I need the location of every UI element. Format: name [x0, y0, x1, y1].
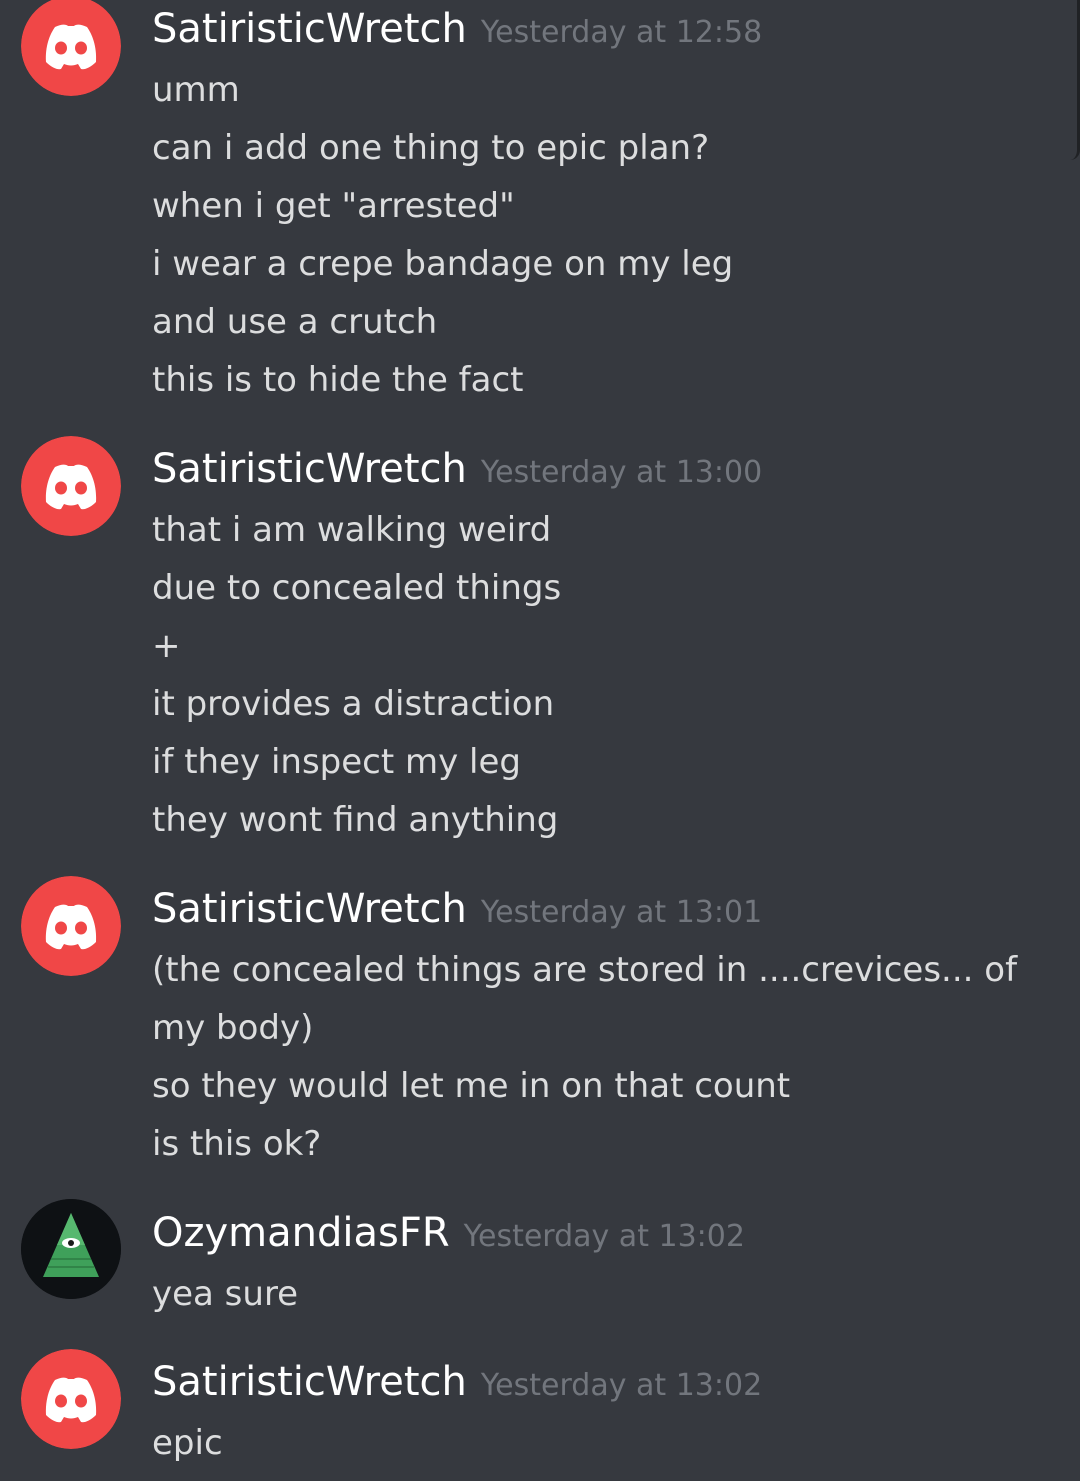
username[interactable]: SatiristicWretch: [152, 886, 467, 932]
timestamp[interactable]: Yesterday at 13:02: [481, 1368, 762, 1403]
username[interactable]: SatiristicWretch: [152, 1359, 467, 1405]
message-line: my body): [152, 1008, 314, 1048]
message-line: can i add one thing to epic plan?: [152, 128, 710, 168]
message-line: is this ok?: [152, 1124, 322, 1164]
message-line: when i get "arrested": [152, 186, 515, 226]
discord-logo-icon: [21, 436, 121, 536]
message-header: SatiristicWretch Yesterday at 13:02: [152, 1353, 762, 1415]
timestamp[interactable]: Yesterday at 13:01: [481, 895, 762, 930]
message-line: umm: [152, 70, 240, 110]
message-line: due to concealed things: [152, 568, 562, 608]
avatar[interactable]: [21, 1199, 121, 1299]
avatar[interactable]: [21, 436, 121, 536]
message-line: epic: [152, 1423, 223, 1463]
discord-logo-icon: [21, 1349, 121, 1449]
message-header: OzymandiasFR Yesterday at 13:02: [152, 1204, 745, 1266]
timestamp[interactable]: Yesterday at 13:02: [464, 1219, 745, 1254]
username[interactable]: SatiristicWretch: [152, 6, 467, 52]
scrollbar[interactable]: [1068, 0, 1080, 160]
discord-logo-icon: [21, 0, 121, 96]
avatar[interactable]: [21, 1349, 121, 1449]
message-line: +: [152, 626, 181, 666]
message-header: SatiristicWretch Yesterday at 13:00: [152, 440, 762, 502]
message-line: (the concealed things are stored in ....…: [152, 950, 1018, 990]
discord-logo-icon: [21, 876, 121, 976]
message-line: i wear a crepe bandage on my leg: [152, 244, 734, 284]
avatar[interactable]: [21, 876, 121, 976]
message-header: SatiristicWretch Yesterday at 13:01: [152, 880, 762, 942]
message-header: SatiristicWretch Yesterday at 12:58: [152, 0, 762, 62]
message-line: they wont find anything: [152, 800, 559, 840]
illuminati-pyramid-icon: [21, 1199, 121, 1299]
message-line: yea sure: [152, 1274, 299, 1314]
message-line: this is to hide the fact: [152, 360, 524, 400]
message-line: that i am walking weird: [152, 510, 552, 550]
timestamp[interactable]: Yesterday at 13:00: [481, 455, 762, 490]
message-line: so they would let me in on that count: [152, 1066, 791, 1106]
username[interactable]: SatiristicWretch: [152, 446, 467, 492]
message-line: if they inspect my leg: [152, 742, 521, 782]
avatar[interactable]: [21, 0, 121, 96]
timestamp[interactable]: Yesterday at 12:58: [481, 15, 762, 50]
username[interactable]: OzymandiasFR: [152, 1210, 450, 1256]
message-line: and use a crutch: [152, 302, 438, 342]
message-line: it provides a distraction: [152, 684, 555, 724]
